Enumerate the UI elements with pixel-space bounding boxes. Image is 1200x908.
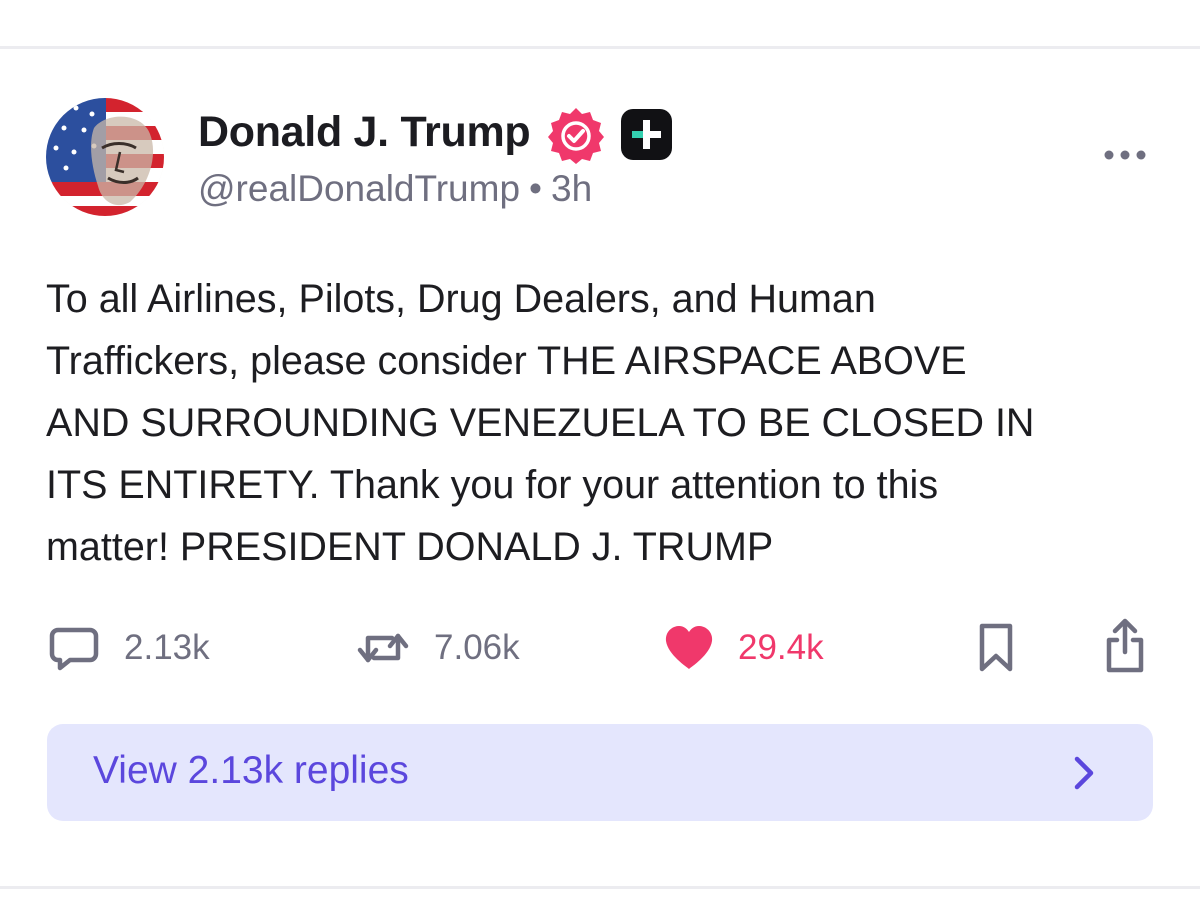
separator-dot: • xyxy=(529,168,543,209)
repost-button[interactable]: 7.06k xyxy=(356,622,520,674)
post-text-line: matter! PRESIDENT DONALD J. TRUMP xyxy=(46,525,774,569)
more-options-icon[interactable] xyxy=(1100,138,1150,172)
post-text-line: To all Airlines, Pilots, Drug Dealers, a… xyxy=(46,277,876,321)
author-display-name[interactable]: Donald J. Trump xyxy=(198,108,531,157)
post-timestamp: 3h xyxy=(551,168,593,209)
bottom-divider xyxy=(0,886,1200,889)
avatar[interactable] xyxy=(46,98,164,216)
post-text-line: Traffickers, please consider THE AIRSPAC… xyxy=(46,339,967,383)
repost-count: 7.06k xyxy=(434,628,520,667)
view-replies-button[interactable]: View 2.13k replies xyxy=(47,724,1153,821)
reply-count: 2.13k xyxy=(124,628,210,667)
post-text-line: ITS ENTIRETY. Thank you for your attenti… xyxy=(46,463,939,507)
post-text: To all Airlines, Pilots, Drug Dealers, a… xyxy=(46,268,1156,578)
author-handle[interactable]: @realDonaldTrump xyxy=(198,168,520,209)
handle-row: @realDonaldTrump • 3h xyxy=(198,168,592,210)
plus-badge-icon xyxy=(621,109,672,160)
verified-icon xyxy=(548,108,604,164)
chevron-right-icon xyxy=(1074,756,1094,790)
reply-button[interactable]: 2.13k xyxy=(48,622,210,674)
share-icon[interactable] xyxy=(1102,618,1148,674)
repost-icon xyxy=(357,633,409,663)
post-text-line: AND SURROUNDING VENEZUELA TO BE CLOSED I… xyxy=(46,401,1035,445)
like-count: 29.4k xyxy=(738,628,824,667)
bookmark-icon[interactable] xyxy=(976,622,1016,674)
avatar-image xyxy=(46,98,164,216)
heart-icon xyxy=(665,626,713,669)
like-button[interactable]: 29.4k xyxy=(664,622,824,674)
top-divider xyxy=(0,46,1200,49)
view-replies-label: View 2.13k replies xyxy=(93,749,409,792)
comment-icon xyxy=(49,627,99,671)
